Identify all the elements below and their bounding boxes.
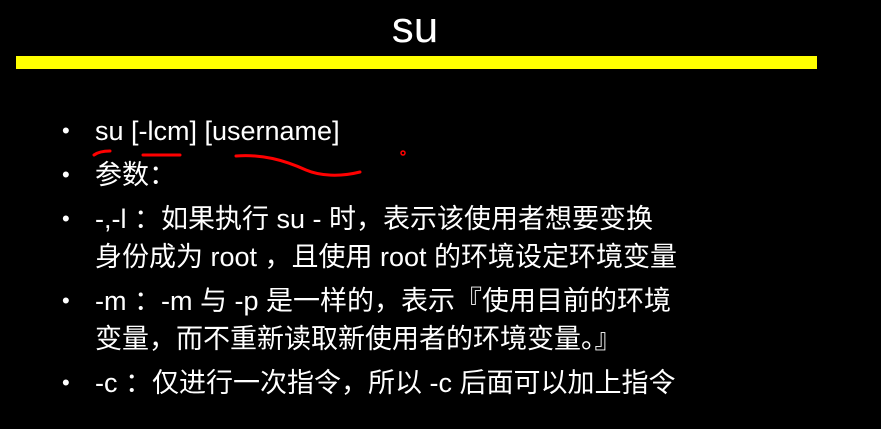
bullet-dot-icon: •: [62, 206, 70, 231]
bullet-item-option-m: • -m ：-m 与 -p 是一样的，表示『使用目前的环境 变量，而不重新读取新…: [62, 282, 842, 358]
bullet-text-option-l: -,-l ：如果执行 su - 时，表示该使用者想要变换 身份成为 root ，…: [95, 204, 678, 272]
bullet-text-option-m: -m ：-m 与 -p 是一样的，表示『使用目前的环境 变量，而不重新读取新使用…: [95, 286, 671, 354]
bullet-dot-icon: •: [62, 288, 70, 313]
slide: su • su [-lcm] [username] • 参数： • -,-l ：…: [0, 0, 881, 429]
bullet-item-option-c: • -c ：仅进行一次指令，所以 -c 后面可以加上指令: [62, 364, 842, 402]
bullet-item-params: • 参数：: [62, 156, 842, 194]
bullet-item-syntax: • su [-lcm] [username]: [62, 112, 842, 150]
bullet-dot-icon: •: [62, 118, 70, 143]
bullet-dot-icon: •: [62, 370, 70, 395]
title-underline-bar: [16, 56, 817, 69]
slide-title: su: [391, 3, 439, 52]
bullet-dot-icon: •: [62, 162, 70, 187]
bullet-list: • su [-lcm] [username] • 参数： • -,-l ：如果执…: [62, 112, 842, 408]
bullet-item-option-l: • -,-l ：如果执行 su - 时，表示该使用者想要变换 身份成为 root…: [62, 200, 842, 276]
bullet-text-syntax: su [-lcm] [username]: [95, 116, 340, 146]
bullet-text-option-c: -c ：仅进行一次指令，所以 -c 后面可以加上指令: [95, 368, 676, 398]
bullet-text-params: 参数：: [95, 160, 176, 190]
